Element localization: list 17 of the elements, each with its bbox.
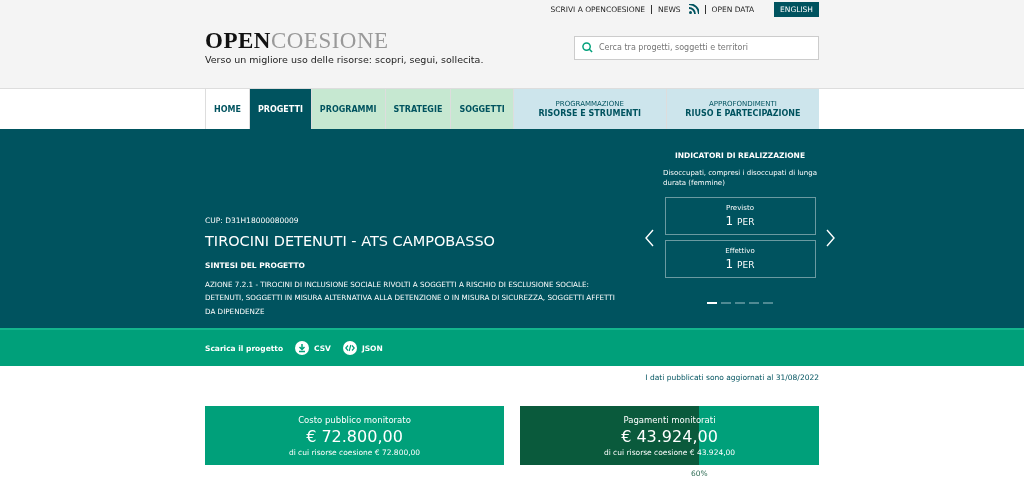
search-field[interactable]: Cerca tra progetti, soggetti e territori <box>574 35 819 60</box>
card-amount: € 43.924,00 <box>621 426 718 446</box>
chevron-left-icon[interactable] <box>645 228 655 247</box>
logo[interactable]: OPENCOESIONE <box>205 29 484 52</box>
nav-tab[interactable]: SOGGETTI <box>450 89 513 129</box>
nav-tab[interactable]: PROGETTI <box>248 89 311 129</box>
chevron-right-icon[interactable] <box>825 228 835 247</box>
download-icon <box>295 341 310 355</box>
tagline: Verso un migliore uso delle risorse: scopri, segui, sollecita. <box>205 54 484 65</box>
card-title: Costo pubblico monitorato <box>298 414 411 425</box>
rss-icon[interactable] <box>688 4 699 14</box>
card-title: Pagamenti monitorati <box>623 414 716 425</box>
card-amount: € 72.800,00 <box>306 426 403 446</box>
nav-tab[interactable]: PROGRAMMI <box>310 89 385 129</box>
nav-tab[interactable]: STRATEGIE <box>384 89 451 129</box>
project-title: TIROCINI DETENUTI - ATS CAMPOBASSO <box>205 232 496 249</box>
code-icon <box>342 341 357 355</box>
